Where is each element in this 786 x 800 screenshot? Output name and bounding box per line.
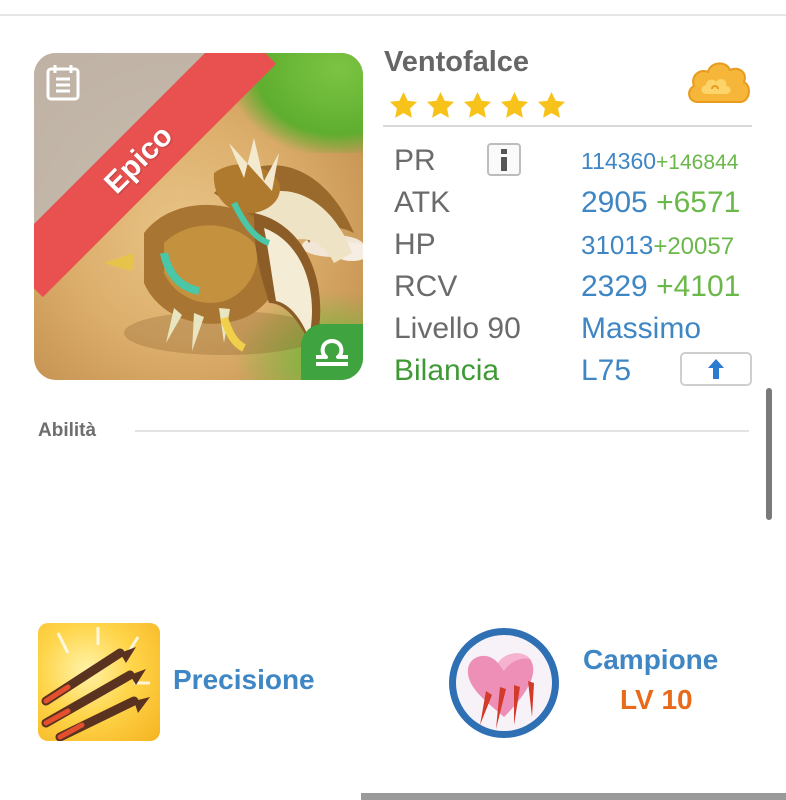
level-value: Massimo — [581, 312, 702, 345]
star-rating — [388, 90, 567, 121]
skill-icon-tile[interactable] — [38, 623, 160, 741]
hp-bonus: +20057 — [653, 233, 735, 260]
monster-name: Ventofalce — [384, 46, 530, 78]
atk-label: ATK — [394, 186, 451, 219]
leader-skill-name[interactable]: Campione — [583, 644, 718, 676]
leader-skill-level: LV 10 — [620, 684, 693, 715]
pr-base: 114360 — [581, 148, 657, 174]
star-icon — [463, 91, 492, 118]
skill-name[interactable]: Precisione — [173, 664, 315, 696]
star-icon — [500, 91, 529, 118]
heart-claw-icon[interactable] — [446, 625, 562, 741]
monster-portrait-card[interactable]: Epico — [34, 53, 363, 380]
libra-icon — [316, 339, 348, 366]
hp-base: 31013 — [581, 230, 654, 260]
pr-value: 114360+146844 — [581, 148, 738, 175]
cloud-icon — [688, 62, 750, 103]
arrows-icon — [41, 627, 150, 741]
top-divider — [0, 14, 786, 16]
bottom-bar — [361, 793, 786, 800]
zodiac-label: Bilancia — [394, 354, 500, 387]
star-icon — [426, 91, 455, 118]
pr-label: PR — [394, 144, 436, 177]
atk-value: 2905 +6571 — [581, 186, 740, 220]
hp-label: HP — [394, 228, 436, 261]
zodiac-badge — [301, 324, 363, 380]
level-label: Livello 90 — [394, 312, 521, 345]
abilities-heading: Abilità — [38, 420, 97, 441]
name-divider — [383, 125, 752, 127]
document-icon[interactable] — [46, 65, 80, 101]
upgrade-button[interactable] — [680, 352, 752, 386]
atk-bonus: +6571 — [656, 186, 741, 219]
star-icon — [537, 91, 566, 118]
rcv-value: 2329 +4101 — [581, 270, 740, 304]
zodiac-level-value: L75 — [581, 354, 632, 387]
rcv-label: RCV — [394, 270, 458, 303]
hp-value: 31013+20057 — [581, 230, 734, 261]
rcv-base: 2329 — [581, 270, 648, 303]
info-button[interactable] — [487, 143, 521, 176]
abilities-divider — [135, 430, 749, 432]
arrow-up-icon — [708, 359, 724, 379]
scrollbar[interactable] — [766, 388, 772, 520]
pr-bonus: +146844 — [656, 151, 739, 174]
info-icon — [501, 148, 507, 171]
rcv-bonus: +4101 — [656, 270, 741, 303]
atk-base: 2905 — [581, 186, 648, 219]
star-icon — [389, 91, 418, 118]
